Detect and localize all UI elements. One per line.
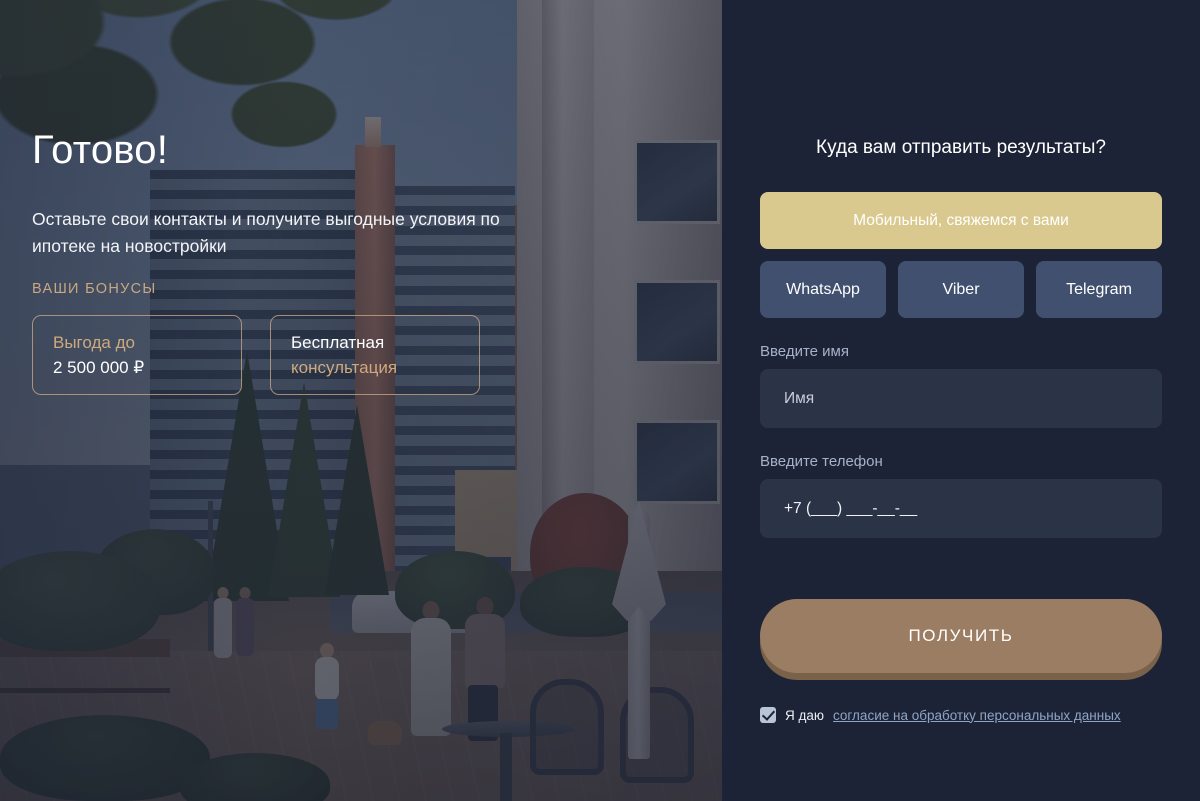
hero-copy: Готово! Оставьте свои контакты и получит… <box>32 128 572 396</box>
bonus-card-line2: консультация <box>291 357 398 377</box>
channel-option-viber[interactable]: Viber <box>898 261 1024 318</box>
page-title: Готово! <box>32 128 169 172</box>
bonus-card-consultation: Бесплатная консультация <box>270 315 480 396</box>
bonus-card-list: Выгода до 2 500 000 ₽ Бесплатная консуль… <box>32 315 572 396</box>
phone-field-label: Введите телефон <box>760 453 883 470</box>
consent-checkbox[interactable] <box>760 707 776 723</box>
bonus-card-line1: Бесплатная <box>291 332 385 352</box>
bonus-section-label: ВАШИ БОНУСЫ <box>32 281 157 298</box>
landing-page: Готово! Оставьте свои контакты и получит… <box>0 0 1200 801</box>
phone-input[interactable] <box>760 479 1162 538</box>
contact-form-panel: Куда вам отправить результаты? Мобильный… <box>722 0 1200 801</box>
consent-row: Я даю согласие на обработку персональных… <box>760 707 1162 723</box>
channel-option-whatsapp[interactable]: WhatsApp <box>760 261 886 318</box>
bonus-card-line1: Выгода до <box>53 332 135 352</box>
submit-area: получить <box>760 599 1162 673</box>
consent-text: Я даю <box>785 707 825 723</box>
hero-subtitle: Оставьте свои контакты и получите выгодн… <box>32 209 500 256</box>
photo-overlay-tint <box>0 0 722 801</box>
submit-button[interactable]: получить <box>760 599 1162 673</box>
name-field-label: Введите имя <box>760 343 849 360</box>
channel-option-telegram[interactable]: Telegram <box>1036 261 1162 318</box>
consent-policy-link[interactable]: согласие на обработку персональных данны… <box>833 708 1121 723</box>
channel-option-mobile[interactable]: Мобильный, свяжемся с вами <box>760 192 1162 249</box>
hero-section: Готово! Оставьте свои контакты и получит… <box>0 0 722 801</box>
form-title: Куда вам отправить результаты? <box>816 137 1106 158</box>
bonus-card-line2: 2 500 000 ₽ <box>53 357 145 377</box>
name-input[interactable] <box>760 369 1162 428</box>
channel-option-list: WhatsApp Viber Telegram <box>760 261 1162 318</box>
bonus-card-discount: Выгода до 2 500 000 ₽ <box>32 315 242 396</box>
